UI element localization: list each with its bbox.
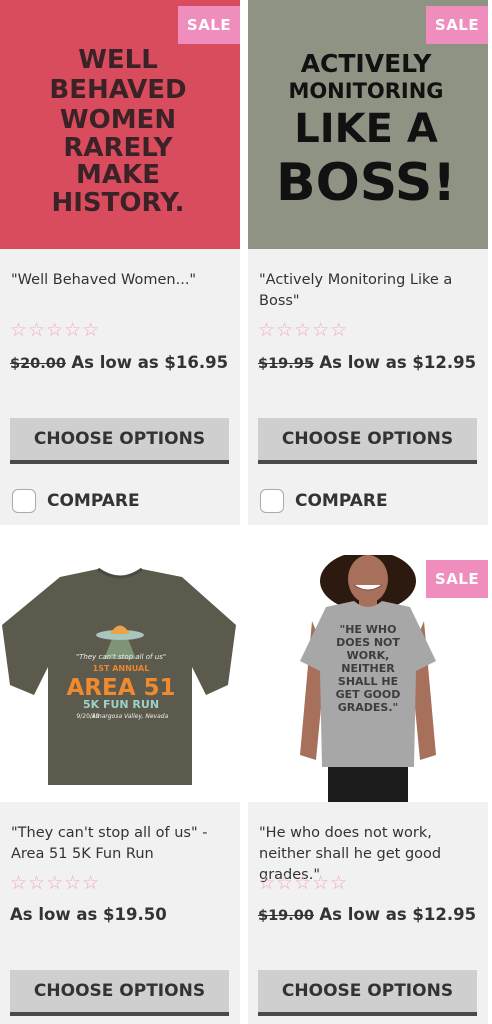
rating-stars: ☆☆☆☆☆ <box>10 320 101 341</box>
rating-stars: ☆☆☆☆☆ <box>258 320 349 341</box>
sale-price: As low as $16.95 <box>71 353 229 372</box>
choose-options-button[interactable]: CHOOSE OPTIONS <box>258 418 477 464</box>
svg-text:WORK,: WORK, <box>347 649 390 662</box>
sale-price: As low as $12.95 <box>319 905 477 924</box>
sale-badge: SALE <box>426 560 488 598</box>
old-price: $20.00 <box>10 356 66 372</box>
product-title[interactable]: "They can't stop all of us" - Area 51 5K… <box>11 823 233 865</box>
product-card: "They can't stop all of us" 1ST ANNUAL A… <box>0 555 240 1024</box>
svg-text:"They can't stop all of us": "They can't stop all of us" <box>76 653 166 661</box>
old-price: $19.95 <box>258 356 314 372</box>
svg-text:LIKE A: LIKE A <box>294 106 438 152</box>
svg-text:MONITORING: MONITORING <box>288 79 443 103</box>
compare-control[interactable]: COMPARE <box>260 488 388 514</box>
svg-text:5K FUN RUN: 5K FUN RUN <box>83 698 159 711</box>
compare-label: COMPARE <box>47 491 140 511</box>
svg-text:NEITHER: NEITHER <box>341 662 395 675</box>
svg-text:BEHAVED: BEHAVED <box>49 75 186 105</box>
svg-text:"HE WHO: "HE WHO <box>340 623 397 636</box>
compare-checkbox[interactable] <box>260 489 284 513</box>
svg-text:WELL: WELL <box>78 45 158 75</box>
svg-text:DOES NOT: DOES NOT <box>336 636 400 649</box>
choose-options-button[interactable]: CHOOSE OPTIONS <box>10 970 229 1016</box>
product-title[interactable]: "Well Behaved Women..." <box>11 270 233 291</box>
product-card: ACTIVELY MONITORING LIKE A BOSS! SALE "A… <box>248 0 488 525</box>
sale-badge: SALE <box>178 6 240 44</box>
product-title[interactable]: "Actively Monitoring Like a Boss" <box>259 270 481 312</box>
compare-control[interactable]: COMPARE <box>12 488 140 514</box>
price: $19.00 As low as $12.95 <box>258 905 476 924</box>
svg-text:GET GOOD: GET GOOD <box>336 688 401 701</box>
price: $20.00 As low as $16.95 <box>10 353 228 372</box>
choose-options-button[interactable]: CHOOSE OPTIONS <box>258 970 477 1016</box>
svg-text:MAKE: MAKE <box>76 160 160 190</box>
svg-text:1ST ANNUAL: 1ST ANNUAL <box>93 664 150 673</box>
sale-badge: SALE <box>426 6 488 44</box>
price: As low as $19.50 <box>10 905 167 924</box>
product-image[interactable]: "They can't stop all of us" 1ST ANNUAL A… <box>0 555 240 802</box>
compare-label: COMPARE <box>295 491 388 511</box>
svg-text:HISTORY.: HISTORY. <box>52 188 185 218</box>
rating-stars: ☆☆☆☆☆ <box>10 873 101 894</box>
product-card: WELL BEHAVED WOMEN RARELY MAKE HISTORY. … <box>0 0 240 525</box>
rating-stars: ☆☆☆☆☆ <box>258 873 349 894</box>
svg-text:RARELY: RARELY <box>63 133 173 163</box>
compare-checkbox[interactable] <box>12 489 36 513</box>
old-price: $19.00 <box>258 908 314 924</box>
choose-options-button[interactable]: CHOOSE OPTIONS <box>10 418 229 464</box>
svg-text:GRADES.": GRADES." <box>338 701 399 714</box>
svg-text:ACTIVELY: ACTIVELY <box>301 49 433 78</box>
svg-text:BOSS!: BOSS! <box>276 153 456 213</box>
product-card: "HE WHO DOES NOT WORK, NEITHER SHALL HE … <box>248 555 488 1024</box>
svg-text:SHALL HE: SHALL HE <box>338 675 398 688</box>
svg-text:WOMEN: WOMEN <box>60 105 176 135</box>
price: $19.95 As low as $12.95 <box>258 353 476 372</box>
sale-price: As low as $19.50 <box>10 905 167 924</box>
svg-text:Amargosa Valley, Nevada: Amargosa Valley, Nevada <box>91 713 169 720</box>
sale-price: As low as $12.95 <box>319 353 477 372</box>
